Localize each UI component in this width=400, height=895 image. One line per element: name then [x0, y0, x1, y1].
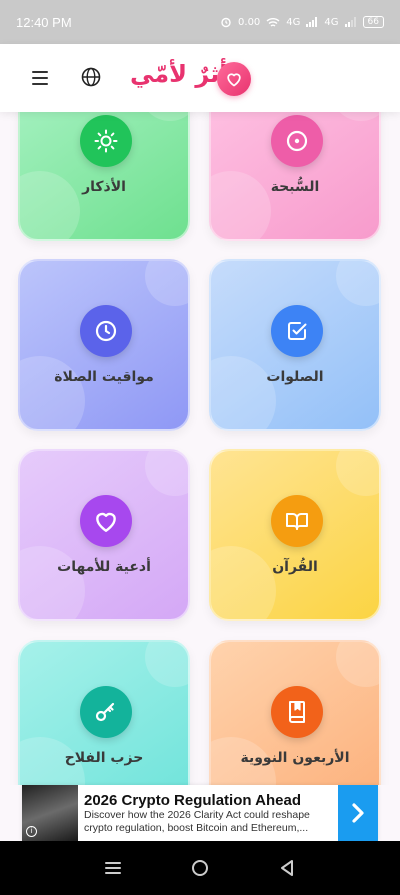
- card-label: الصلوات: [266, 369, 324, 385]
- card-label: مواقيت الصلاة: [54, 369, 154, 385]
- icon-circle: [80, 495, 132, 547]
- ad-description: Discover how the 2026 Clarity Act could …: [84, 808, 310, 834]
- key-icon: [95, 702, 115, 722]
- status-time: 12:40 PM: [16, 14, 72, 30]
- ad-cta-button[interactable]: [338, 785, 378, 841]
- wifi-icon: [266, 17, 280, 27]
- card-subha[interactable]: السُّبحة: [209, 112, 381, 241]
- bookmark-book-icon: [289, 701, 305, 723]
- ad-thumbnail: i: [22, 785, 78, 841]
- card-label: أدعية للأمهات: [57, 559, 151, 575]
- app-header: أثرٌ لأمّي: [0, 44, 400, 112]
- card-adhkar[interactable]: الأذكار: [18, 112, 190, 241]
- icon-circle: [80, 305, 132, 357]
- alarm-icon: [221, 17, 231, 28]
- icon-circle: [271, 686, 323, 738]
- signal-icon-2: [344, 17, 356, 27]
- back-icon[interactable]: [276, 857, 298, 879]
- card-nawawi-forty[interactable]: الأربعون النووية: [209, 640, 381, 785]
- ad-title: 2026 Crypto Regulation Ahead: [84, 791, 301, 809]
- network-speed: 0.00: [238, 16, 261, 28]
- signal-icon: [306, 17, 318, 27]
- icon-circle: [80, 115, 132, 167]
- card-label: السُّبحة: [270, 179, 320, 195]
- icon-circle: [80, 686, 132, 738]
- card-quran[interactable]: القُرآن: [209, 449, 381, 621]
- app-title: أثرٌ لأمّي: [130, 60, 228, 88]
- card-salawat[interactable]: الصلوات: [209, 259, 381, 431]
- heart-icon: [96, 512, 116, 532]
- check-square-icon: [288, 322, 307, 340]
- system-nav-bar: [0, 841, 400, 895]
- globe-icon[interactable]: [80, 66, 102, 88]
- info-icon[interactable]: i: [26, 826, 37, 837]
- network-1: 4G: [286, 16, 301, 28]
- card-label: الأذكار: [82, 179, 126, 195]
- home-icon[interactable]: [189, 857, 211, 879]
- icon-circle: [271, 115, 323, 167]
- icon-circle: [271, 305, 323, 357]
- card-prayer-times[interactable]: مواقيت الصلاة: [18, 259, 190, 431]
- status-bar: 12:40 PM 0.00 4G 4G 66: [0, 0, 400, 44]
- status-icons: 0.00 4G 4G 66: [220, 16, 384, 28]
- card-mothers-duas[interactable]: أدعية للأمهات: [18, 449, 190, 621]
- app-logo: [217, 62, 251, 96]
- features-grid: السُّبحة الأذكار الصلوات مواقيت الصلاة ا…: [0, 112, 400, 785]
- ad-banner[interactable]: i 2026 Crypto Regulation Ahead Discover …: [22, 785, 378, 841]
- heart-icon: [227, 73, 241, 87]
- sun-icon: [94, 129, 118, 153]
- battery-level: 66: [362, 16, 384, 28]
- circle-dot-icon: [286, 130, 308, 152]
- book-open-icon: [286, 513, 308, 530]
- icon-circle: [271, 495, 323, 547]
- hamburger-menu-icon[interactable]: [30, 68, 50, 88]
- chevron-right-icon: [352, 803, 364, 823]
- recents-icon[interactable]: [102, 857, 124, 879]
- clock-icon: [95, 320, 117, 342]
- card-hizb-al-falah[interactable]: حزب الفلاح: [18, 640, 190, 785]
- card-label: حزب الفلاح: [64, 750, 144, 766]
- card-label: القُرآن: [272, 559, 318, 575]
- network-2: 4G: [324, 16, 339, 28]
- ad-text: 2026 Crypto Regulation Ahead Discover ho…: [78, 792, 338, 835]
- card-label: الأربعون النووية: [240, 750, 350, 766]
